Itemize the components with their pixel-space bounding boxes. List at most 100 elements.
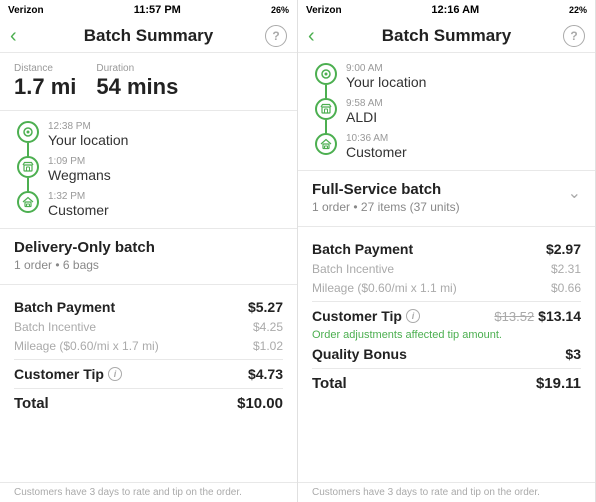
right-timeline-content-0: 9:00 AM Your location — [346, 63, 426, 90]
left-timeline-item-2: 1:32 PM Customer — [14, 191, 283, 218]
left-divider-3 — [14, 388, 283, 389]
left-timeline-item-0: 12:38 PM Your location — [14, 121, 283, 148]
right-timeline-icon-col-1 — [312, 98, 340, 120]
right-quality-bonus-value: $3 — [565, 346, 581, 362]
right-header: ‹ Batch Summary ? — [298, 20, 595, 53]
right-quality-bonus-label: Quality Bonus — [312, 346, 407, 362]
left-timeline-content-1: 1:09 PM Wegmans — [48, 156, 111, 183]
left-timeline-time-0: 12:38 PM — [48, 121, 128, 132]
right-incentive-value: $2.31 — [551, 262, 581, 276]
right-tip-label: Customer Tip — [312, 308, 402, 324]
right-batch-header-row: Full-Service batch 1 order • 27 items (3… — [312, 181, 581, 214]
left-tip-info-icon[interactable]: i — [108, 367, 122, 381]
right-timeline: 9:00 AM Your location 9:58 AM ALDI — [298, 53, 595, 171]
right-timeline-content-2: 10:36 AM Customer — [346, 133, 407, 160]
left-divider-1 — [0, 284, 297, 285]
right-timeline-icon-col-0 — [312, 63, 340, 85]
right-timeline-time-0: 9:00 AM — [346, 63, 426, 74]
left-battery: 26% — [271, 5, 289, 15]
left-mileage-value: $1.02 — [253, 339, 283, 353]
right-location-icon-0 — [315, 63, 337, 85]
left-timeline-item-1: 1:09 PM Wegmans — [14, 156, 283, 183]
left-batch-payment-label: Batch Payment — [14, 299, 115, 315]
left-distance-value: 1.7 mi — [14, 74, 76, 100]
right-help-button[interactable]: ? — [563, 25, 585, 47]
right-panel: Verizon 12:16 AM 22% ‹ Batch Summary ? 9… — [298, 0, 596, 502]
right-tip-strikethrough: $13.52 — [494, 309, 534, 324]
right-incentive-row: Batch Incentive $2.31 — [312, 262, 581, 276]
right-time: 12:16 AM — [431, 4, 479, 16]
left-home-icon-2 — [17, 191, 39, 213]
right-timeline-item-1: 9:58 AM ALDI — [312, 98, 581, 125]
left-duration-value: 54 mins — [96, 74, 178, 100]
left-payment-section: Batch Payment $5.27 Batch Incentive $4.2… — [0, 291, 297, 482]
right-batch-chevron-icon[interactable]: ⌄ — [568, 183, 581, 203]
left-incentive-value: $4.25 — [253, 320, 283, 334]
left-mileage-label: Mileage ($0.60/mi x 1.7 mi) — [14, 339, 159, 353]
left-status-bar: Verizon 11:57 PM 26% — [0, 0, 297, 20]
left-panel: Verizon 11:57 PM 26% ‹ Batch Summary ? D… — [0, 0, 298, 502]
left-timeline-icon-col-0 — [14, 121, 42, 143]
right-batch-payment-row: Batch Payment $2.97 — [312, 241, 581, 257]
right-tip-info-icon[interactable]: i — [406, 309, 420, 323]
left-timeline-time-1: 1:09 PM — [48, 156, 111, 167]
right-batch-type-title: Full-Service batch — [312, 181, 460, 198]
right-incentive-label: Batch Incentive — [312, 262, 394, 276]
left-total-label: Total — [14, 395, 49, 412]
left-time: 11:57 PM — [134, 4, 181, 16]
right-batch-payment-value: $2.97 — [546, 241, 581, 257]
right-adjustment-note: Order adjustments affected tip amount. — [312, 329, 581, 341]
right-batch-type-subtitle: 1 order • 27 items (37 units) — [312, 200, 460, 214]
right-store-icon-1 — [315, 98, 337, 120]
right-divider-2 — [312, 301, 581, 302]
right-batch-payment-label: Batch Payment — [312, 241, 413, 257]
right-carrier: Verizon — [306, 5, 342, 16]
left-back-button[interactable]: ‹ — [10, 25, 17, 48]
left-location-icon-0 — [17, 121, 39, 143]
left-timeline-label-2: Customer — [48, 202, 109, 218]
right-mileage-row: Mileage ($0.60/mi x 1.1 mi) $0.66 — [312, 281, 581, 295]
left-tip-label-wrap: Customer Tip i — [14, 366, 122, 382]
left-footer-note: Customers have 3 days to rate and tip on… — [0, 482, 297, 502]
right-total-label: Total — [312, 375, 347, 392]
left-carrier: Verizon — [8, 5, 44, 16]
left-total-row: Total $10.00 — [14, 395, 283, 412]
left-store-icon-1 — [17, 156, 39, 178]
right-timeline-item-2: 10:36 AM Customer — [312, 133, 581, 160]
left-batch-payment-value: $5.27 — [248, 299, 283, 315]
left-total-value: $10.00 — [237, 395, 283, 412]
left-timeline-icon-col-1 — [14, 156, 42, 178]
left-header-title: Batch Summary — [84, 26, 213, 46]
left-batch-type-subtitle: 1 order • 6 bags — [14, 258, 283, 272]
left-metrics-row: Distance 1.7 mi Duration 54 mins — [0, 53, 297, 111]
right-payment-section: Batch Payment $2.97 Batch Incentive $2.3… — [298, 233, 595, 482]
left-help-button[interactable]: ? — [265, 25, 287, 47]
left-header: ‹ Batch Summary ? — [0, 20, 297, 53]
right-total-row: Total $19.11 — [312, 375, 581, 392]
right-timeline-label-2: Customer — [346, 144, 407, 160]
right-footer-note: Customers have 3 days to rate and tip on… — [298, 482, 595, 502]
left-timeline-label-1: Wegmans — [48, 167, 111, 183]
right-back-button[interactable]: ‹ — [308, 25, 315, 48]
left-tip-label: Customer Tip — [14, 366, 104, 382]
right-timeline-label-1: ALDI — [346, 109, 383, 125]
right-status-bar: Verizon 12:16 AM 22% — [298, 0, 595, 20]
left-duration-label: Duration — [96, 63, 178, 74]
left-distance-label: Distance — [14, 63, 76, 74]
left-timeline-time-2: 1:32 PM — [48, 191, 109, 202]
right-total-value: $19.11 — [536, 375, 581, 392]
right-mileage-value: $0.66 — [551, 281, 581, 295]
right-mileage-label: Mileage ($0.60/mi x 1.1 mi) — [312, 281, 457, 295]
left-divider-2 — [14, 359, 283, 360]
left-distance-metric: Distance 1.7 mi — [14, 63, 76, 100]
right-timeline-item-0: 9:00 AM Your location — [312, 63, 581, 90]
right-timeline-label-0: Your location — [346, 74, 426, 90]
right-timeline-icon-col-2 — [312, 133, 340, 155]
left-tip-value: $4.73 — [248, 366, 283, 382]
right-timeline-time-1: 9:58 AM — [346, 98, 383, 109]
right-quality-bonus-row: Quality Bonus $3 — [312, 346, 581, 362]
right-divider-3 — [312, 368, 581, 369]
left-incentive-label: Batch Incentive — [14, 320, 96, 334]
left-incentive-row: Batch Incentive $4.25 — [14, 320, 283, 334]
left-batch-type: Delivery-Only batch 1 order • 6 bags — [0, 229, 297, 278]
